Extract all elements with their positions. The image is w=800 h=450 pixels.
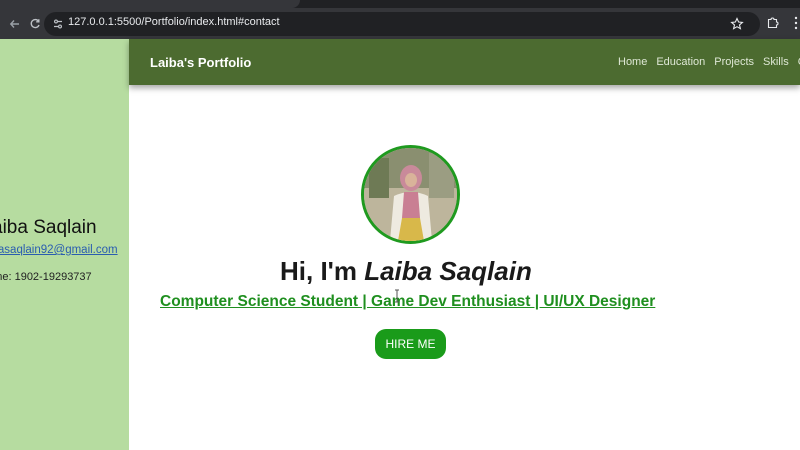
hero-greeting: Hi, I'm [280,256,357,286]
site-info-icon[interactable] [50,16,66,32]
extensions-puzzle-icon[interactable] [764,13,782,31]
nav-link-skills[interactable]: Skills [763,56,789,68]
url-text[interactable]: 127.0.0.1:5500/Portfolio/index.html#cont… [68,16,280,28]
browser-active-tab[interactable] [0,0,300,8]
reload-icon[interactable] [24,13,46,35]
contact-side-panel: aiba Saqlain laibasaqlain92@gmail.com ho… [0,39,129,450]
hero-title: Hi, I'm Laiba Saqlain [280,256,532,287]
hire-me-button[interactable]: HIRE ME [375,329,446,359]
contact-email-link[interactable]: laibasaqlain92@gmail.com [0,244,118,256]
hero-name: Laiba Saqlain [364,256,532,286]
contact-name: aiba Saqlain [0,217,97,238]
nav-link-home[interactable]: Home [618,56,647,68]
text-cursor-icon [394,288,400,303]
browser-tab-strip [0,0,800,8]
bookmark-star-icon[interactable] [728,15,746,33]
nav-links: Home Education Projects Skills C [618,56,800,68]
nav-link-education[interactable]: Education [656,56,705,68]
address-bar[interactable]: 127.0.0.1:5500/Portfolio/index.html#cont… [44,12,760,36]
site-brand[interactable]: Laiba's Portfolio [150,55,251,70]
contact-phone: hone: 1902-19293737 [0,271,92,283]
browser-menu-icon[interactable] [790,14,800,32]
site-navbar: Laiba's Portfolio Home Education Project… [129,39,800,85]
back-arrow-icon[interactable] [4,13,26,35]
nav-link-projects[interactable]: Projects [714,56,754,68]
hero-subtitle-link[interactable]: Computer Science Student | Game Dev Enth… [160,293,655,311]
profile-avatar [361,145,460,244]
browser-toolbar: 127.0.0.1:5500/Portfolio/index.html#cont… [0,8,800,39]
